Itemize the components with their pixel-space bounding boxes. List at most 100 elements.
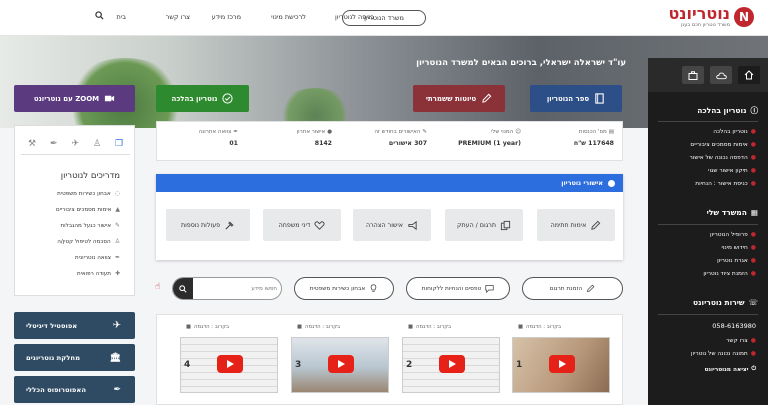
search-button[interactable] [173, 278, 193, 299]
nav-info-center[interactable]: מרכז מידע [212, 13, 241, 21]
sidebar-item[interactable]: ● צרו קשר [726, 337, 756, 344]
stat-revenue: ▤ מס' הכנסות 117648 ש"ח [573, 129, 614, 147]
video-thumbnail[interactable]: 3 [291, 337, 389, 393]
info-circle-icon: ⓘ [750, 106, 759, 115]
video-thumbnail[interactable]: 2 [402, 337, 500, 393]
plane-icon: ✈ [112, 320, 121, 331]
divider [658, 121, 758, 122]
youtube-play-icon[interactable] [217, 355, 243, 373]
feather-icon: ✒ [233, 129, 238, 135]
video-card[interactable]: בקרוב : הדגמה ■ 2 [402, 315, 500, 393]
divider [658, 224, 758, 225]
feather-icon: ✒ [113, 384, 121, 395]
check-circle-icon [222, 93, 234, 104]
saved-drafts-button[interactable]: טיוטות ששמרתי [413, 85, 505, 112]
digital-apostille-button[interactable]: ✈ אפוסטיל דיגיטלי [14, 312, 135, 339]
sidebar-item[interactable]: ● תמונה נכונה של נוטריון [691, 350, 756, 357]
pen-icon: ✎ [114, 222, 120, 229]
guide-item[interactable]: ▲ אימות מסמכים ציבוריים [56, 206, 120, 213]
radio-dot-icon [608, 179, 615, 187]
video-thumbnail[interactable]: 4 [180, 337, 278, 393]
sidebar-item[interactable]: ● הדפסה נכונה של אישור [689, 154, 756, 161]
institution-icon: 🏛 [109, 352, 121, 363]
sidebar-section-halacha[interactable]: ⓘ נוטריון בהלכה [697, 105, 758, 116]
person-icon[interactable]: ♙ [93, 139, 101, 149]
video-card[interactable]: בקרוב : הדגמה ■ 3 [291, 315, 389, 393]
sidebar-section-my-office[interactable]: ▦ המשרד שלי [707, 208, 758, 217]
divider [658, 314, 758, 315]
nav-contact[interactable]: צרו קשר [166, 13, 190, 21]
guide-item[interactable]: ♙ הסכמה לטיפול קטין/ה [57, 238, 120, 245]
video-camera-icon: ■ [186, 324, 192, 330]
briefcase-icon[interactable] [682, 66, 704, 84]
pointer-hand-icon: ☝ [155, 282, 161, 292]
nav-home[interactable]: בית [117, 13, 126, 21]
notary-department-button[interactable]: 🏛 מחלקת נוטריונים [14, 344, 135, 371]
general-guardian-button[interactable]: ✒ האפוטרופוס הכללי [14, 376, 135, 403]
translation-copy-button[interactable]: תרגום / העתק [445, 209, 523, 241]
zoom-button[interactable]: ZOOM עם נוטריונט [14, 85, 135, 112]
video-card[interactable]: בקרוב : הדגמה ■ 4 [180, 315, 278, 393]
videos-panel: בקרוב : הדגמה ■ 1 בקרוב : הדגמה ■ 2 בקרוב … [156, 314, 623, 405]
client-forms-button[interactable]: טפסים והנחיות ללקוחות [406, 277, 510, 300]
sidebar-item[interactable]: ● אגרת נוטריון [717, 257, 756, 264]
sidebar-item[interactable]: ● הזמנת ציוד נוטריון [703, 270, 756, 277]
nav-subscribe[interactable]: לרכישת מינוי [271, 13, 306, 21]
sidebar-item[interactable]: ● חידוש מינוי [722, 244, 756, 251]
sidebar-item[interactable]: ● תיקון אישור שגוי [708, 167, 756, 174]
pen-icon [591, 220, 601, 230]
pen-icon [587, 284, 595, 292]
cloud-icon[interactable] [710, 66, 732, 84]
search-icon [179, 284, 187, 293]
legal-capacity-button[interactable]: אבחון כשירות משפטית [294, 277, 394, 300]
user-icon: ☺ [515, 129, 521, 135]
hammer-icon [225, 220, 234, 230]
family-law-button[interactable]: דיני משפחה [263, 209, 341, 241]
guides-title: מדריכים לנוטריון [60, 171, 120, 181]
circle-icon: ● [327, 129, 332, 135]
sidebar-section-service[interactable]: ☏ שירות נוטריונט [693, 298, 758, 307]
notary-book-button[interactable]: ספר הנוטריון [530, 85, 622, 112]
stat-last-will: ✒ צוואה אחרונה 01 [198, 129, 238, 147]
home-icon[interactable] [738, 66, 760, 84]
search-input[interactable] [195, 281, 277, 296]
child-icon: ♙ [114, 238, 120, 245]
search-icon[interactable] [95, 11, 104, 22]
more-actions-button[interactable]: פעולות נוספות [166, 209, 250, 241]
sidebar-item[interactable]: ● אימות מסמכים ציבוריים [690, 141, 756, 148]
sidebar-item[interactable]: ● פרופיל הנוטריון [710, 231, 756, 238]
stat-subscription: ☺ המנוי שלי PREMIUM (1 year) [458, 129, 521, 147]
guide-item[interactable]: ✚ תעודה רפואית [77, 270, 120, 277]
gavel-icon[interactable]: ⚒ [28, 139, 36, 149]
youtube-play-icon[interactable] [439, 355, 465, 373]
feather-icon[interactable]: ✒ [50, 139, 58, 149]
megaphone-icon [408, 220, 417, 230]
notary-halacha-button[interactable]: נוטריון בהלכה [156, 85, 249, 112]
video-camera-icon: ■ [408, 324, 414, 330]
declaration-button[interactable]: אישור הצהרה [353, 209, 431, 241]
phone-number[interactable]: 058-6163980 [712, 322, 756, 330]
plane-icon[interactable]: ✈ [72, 139, 80, 149]
signature-verification-button[interactable]: אימות חתימה [537, 209, 615, 241]
guide-item[interactable]: ✒ צוואה נוטריונית [75, 254, 120, 261]
order-translation-button[interactable]: הזמנת תרגום [522, 277, 623, 300]
guide-item[interactable]: ✎ אישור כגעל מהגבלות [60, 222, 120, 229]
info-search[interactable] [172, 277, 282, 300]
brand-logo[interactable]: N נוטריונט משרד נוטריון חכם בענן [668, 6, 754, 28]
sidebar-item[interactable]: ● נוטריון בהלכה [713, 128, 756, 135]
nav-login[interactable]: כניסה לנוטריון [335, 13, 374, 21]
stamp-icon: ✎ [422, 129, 427, 135]
lightbulb-icon [371, 284, 377, 292]
logout-button[interactable]: ⏻ יציאה מנוטריונט [704, 366, 756, 373]
youtube-play-icon[interactable] [549, 355, 575, 373]
video-card[interactable]: בקרוב : הדגמה ■ 1 [512, 315, 610, 393]
approvals-header: אישורי נוטריון [156, 174, 623, 192]
guide-item[interactable]: ◌ אבחון כשירות משפטית [57, 190, 120, 197]
cube-icon[interactable]: ❒ [115, 139, 123, 149]
stats-bar: ▤ מס' הכנסות 117648 ש"ח ☺ המנוי שלי PREMIU… [156, 121, 623, 161]
youtube-play-icon[interactable] [328, 355, 354, 373]
sidebar-item[interactable]: ● כניסת אישור : הנחיות [695, 180, 756, 187]
chat-icon [485, 285, 494, 293]
lightbulb-icon: ◌ [114, 190, 120, 197]
video-thumbnail[interactable]: 1 [512, 337, 610, 393]
